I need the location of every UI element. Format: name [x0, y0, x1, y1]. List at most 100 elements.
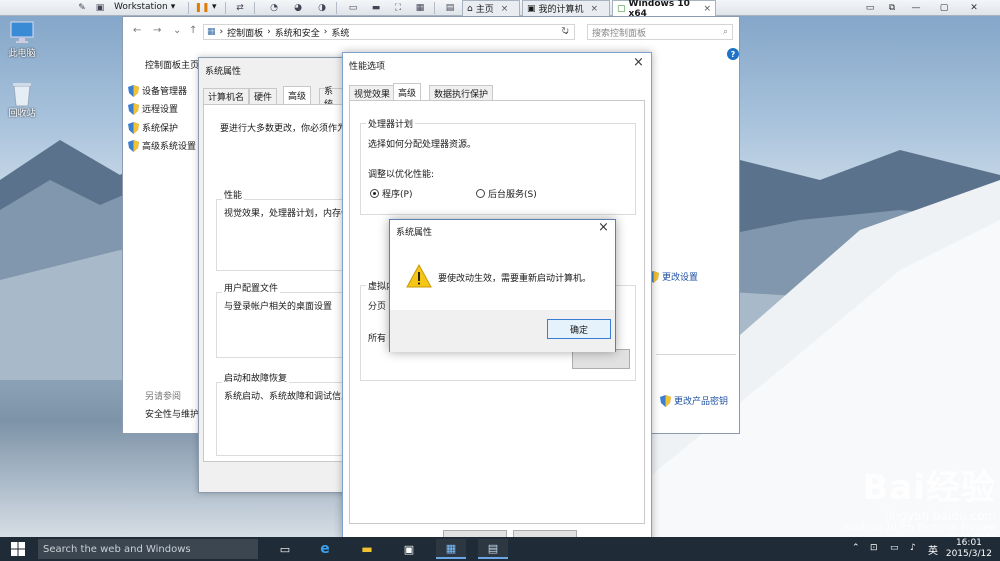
radio-button-selected	[370, 189, 379, 198]
user-profiles-desc: 与登录帐户相关的桌面设置	[224, 302, 333, 312]
back-icon[interactable]: ←	[133, 25, 141, 36]
sidebar-item-remote-settings[interactable]: 远程设置	[128, 102, 178, 115]
separator	[188, 2, 189, 14]
windows-logo-icon	[11, 542, 25, 556]
show-hidden-icons-icon[interactable]: ⌃	[852, 543, 860, 553]
ok-button[interactable]: 确定	[547, 319, 611, 339]
clock-time: 16:01	[955, 538, 982, 548]
radio-programs[interactable]: 程序(P)	[370, 187, 412, 200]
pin-icon[interactable]: ✎	[74, 1, 90, 15]
workstation-menu[interactable]: Workstation ▾	[114, 2, 175, 12]
store-icon[interactable]: ▣	[394, 539, 424, 559]
refresh-icon[interactable]: ↻	[561, 26, 569, 37]
recent-icon[interactable]: ⌄	[173, 25, 181, 36]
security-maintenance-link[interactable]: 安全性与维护	[145, 407, 199, 420]
restore-icon[interactable]: ⧉	[884, 1, 900, 14]
sidebar-toggle-icon[interactable]: ▭	[345, 1, 361, 15]
system-properties-taskbar-icon[interactable]: ▤	[478, 539, 508, 559]
separator	[254, 2, 255, 14]
clock[interactable]: 16:01 2015/3/12	[946, 538, 992, 560]
dialog-message: 要使改动生效，需要重新启动计算机。	[438, 274, 592, 284]
user-profiles-label: 用户配置文件	[222, 281, 281, 294]
help-icon[interactable]: ?	[727, 48, 739, 60]
tab-advanced[interactable]: 高级	[283, 86, 312, 104]
close-icon[interactable]: ×	[598, 220, 609, 235]
tab-visual-effects[interactable]: 视觉效果	[349, 85, 396, 101]
window-menu-icon[interactable]: ▭	[862, 1, 878, 14]
fullscreen-icon[interactable]: ⛶	[390, 1, 406, 15]
change-button[interactable]	[572, 349, 630, 369]
volume-icon[interactable]: ♪	[910, 543, 916, 553]
unity-icon[interactable]: ▦	[412, 1, 428, 15]
sidebar-item-system-protection[interactable]: 系统保护	[128, 121, 178, 134]
taskbar: Search the web and Windows ▭ e ▬ ▣ ▦ ▤ ⌃…	[0, 537, 1000, 561]
thumbnail-icon[interactable]: ▬	[368, 1, 384, 15]
maximize-icon[interactable]: ▢	[936, 1, 952, 14]
shield-icon	[128, 121, 139, 134]
dialog-titlebar: 系统属性 ×	[390, 220, 615, 240]
computer-icon: ▣	[527, 3, 536, 14]
internet-explorer-icon[interactable]: e	[310, 539, 340, 559]
pause-icon[interactable]: ❚❚	[194, 1, 210, 15]
close-icon[interactable]: ✕	[966, 1, 982, 14]
forward-icon[interactable]: →	[153, 25, 161, 36]
up-icon[interactable]: ↑	[189, 25, 197, 36]
shield-icon	[128, 84, 139, 97]
desktop-icon-recycle-bin[interactable]: 回收站	[0, 80, 44, 119]
close-icon[interactable]: ×	[501, 4, 509, 14]
close-icon[interactable]: ×	[703, 4, 711, 14]
dialog-title: 系统属性	[205, 67, 242, 77]
send-keys-icon[interactable]: ⇄	[232, 1, 248, 15]
paging-file-text: 分页	[368, 302, 387, 312]
change-settings-link[interactable]: 更改设置	[648, 270, 698, 283]
tab-windows10[interactable]: ▢ Windows 10 x64 ×	[612, 0, 716, 19]
snapshot-manager-icon[interactable]: ◑	[314, 1, 330, 15]
minimize-icon[interactable]: —	[908, 1, 924, 14]
taskbar-search-input[interactable]: Search the web and Windows	[38, 539, 258, 559]
close-icon[interactable]: ×	[633, 55, 644, 70]
breadcrumb[interactable]: ▦ › 控制面板 › 系统和安全 › 系统 ⌄	[203, 24, 575, 40]
workstation-icon[interactable]: ▣	[92, 1, 108, 15]
system-properties-dialog: 系统属性 计算机名 硬件 高级 系统 要进行大多数更改，你必须作为 性能 视觉效…	[198, 57, 350, 493]
tab-home[interactable]: ⌂ 主页 ×	[462, 0, 520, 16]
library-icon[interactable]: ▤	[442, 1, 458, 15]
chevron-right-icon: ›	[219, 27, 224, 37]
control-panel-home-link[interactable]: 控制面板主页	[145, 58, 199, 71]
task-view-icon[interactable]: ▭	[270, 539, 300, 559]
snapshot-icon[interactable]: ◔	[266, 1, 282, 15]
radio-button	[476, 189, 485, 198]
tab-my-computer[interactable]: ▣ 我的计算机 ×	[522, 0, 610, 16]
action-center-icon[interactable]: ▭	[890, 543, 899, 553]
desktop-icon-this-pc[interactable]: 此电脑	[0, 20, 44, 59]
control-panel-taskbar-icon[interactable]: ▦	[436, 539, 466, 559]
chevron-right-icon: ›	[267, 27, 271, 37]
input-method-indicator[interactable]: 英	[928, 542, 938, 557]
network-icon[interactable]: ⊡	[870, 543, 878, 553]
tab-advanced[interactable]: 高级	[393, 83, 422, 101]
baidu-logo-text: Bai经验	[862, 468, 996, 508]
tab-computer-name[interactable]: 计算机名	[203, 88, 250, 104]
tab-hardware[interactable]: 硬件	[249, 88, 278, 104]
breadcrumb-item[interactable]: 系统	[331, 26, 349, 39]
divider	[656, 354, 736, 355]
tab-dep[interactable]: 数据执行保护	[429, 85, 494, 101]
sidebar-item-advanced-settings[interactable]: 高级系统设置	[128, 139, 196, 152]
search-input[interactable]: 搜索控制面板 ⌕	[587, 24, 733, 40]
home-icon: ⌂	[467, 3, 473, 14]
admin-note: 要进行大多数更改，你必须作为	[220, 124, 347, 134]
chevron-down-icon[interactable]: ▾	[212, 2, 217, 12]
separator	[225, 2, 226, 14]
baidu-watermark: Bai经验 jingyan.baidu.com Windows 10 Pro T…	[842, 460, 996, 543]
file-explorer-icon[interactable]: ▬	[352, 539, 382, 559]
shield-icon	[128, 139, 139, 152]
close-icon[interactable]: ×	[591, 4, 599, 14]
optimize-label: 调整以优化性能:	[368, 170, 435, 180]
radio-background-services[interactable]: 后台服务(S)	[476, 187, 537, 200]
revert-snapshot-icon[interactable]: ◕	[290, 1, 306, 15]
change-product-key-link[interactable]: 更改产品密钥	[660, 394, 728, 407]
start-button[interactable]	[0, 537, 36, 561]
breadcrumb-item[interactable]: 系统和安全	[275, 26, 320, 39]
sidebar-item-device-manager[interactable]: 设备管理器	[128, 84, 187, 97]
desktop-icon-label: 回收站	[8, 109, 36, 119]
breadcrumb-item[interactable]: 控制面板	[227, 26, 263, 39]
